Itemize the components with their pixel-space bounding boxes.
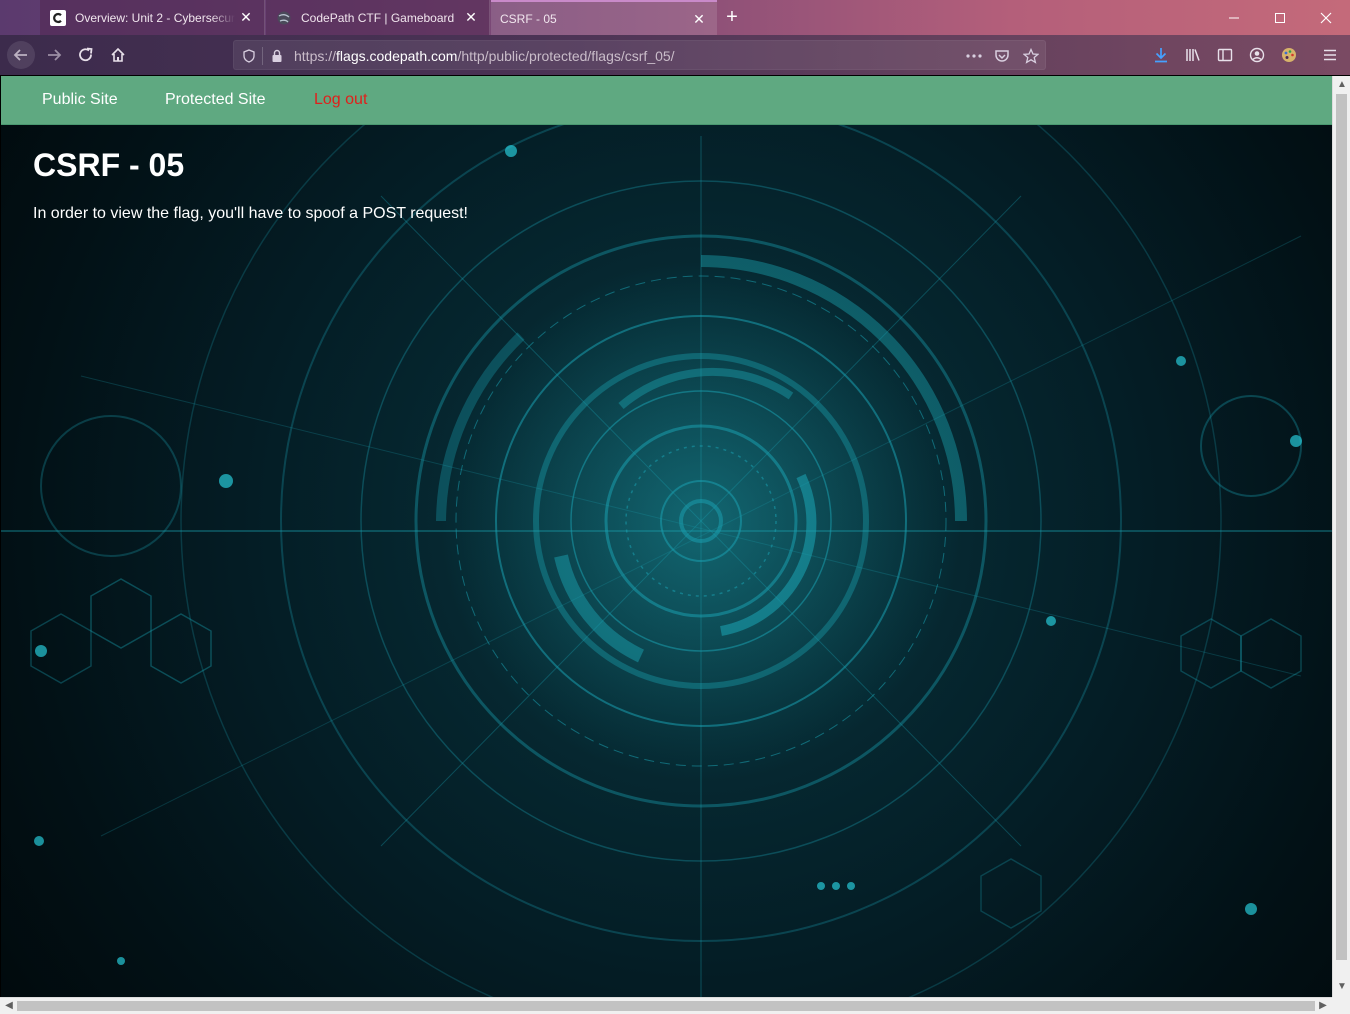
- home-icon[interactable]: [104, 41, 132, 69]
- codepath-c-icon: [50, 9, 66, 26]
- url-separator: [262, 47, 263, 65]
- account-icon[interactable]: [1243, 41, 1271, 69]
- logout-link[interactable]: Log out: [314, 91, 367, 109]
- public-site-link[interactable]: Public Site: [42, 91, 118, 109]
- tracking-shield-icon[interactable]: [240, 47, 258, 65]
- close-tab-icon[interactable]: ✕: [238, 9, 254, 25]
- downloads-icon[interactable]: [1147, 41, 1175, 69]
- page-title: CSRF - 05: [33, 147, 185, 183]
- tab-bar: Overview: Unit 2 - Cybersecurity ✕ CodeP…: [0, 0, 1350, 35]
- tab-title: CodePath CTF | Gameboard: [301, 10, 455, 25]
- scroll-left-icon[interactable]: ◀: [1, 998, 17, 1014]
- theme-palette-icon[interactable]: [1275, 41, 1303, 69]
- page-actions-icon[interactable]: [965, 47, 983, 65]
- tab-gameboard[interactable]: CodePath CTF | Gameboard ✕: [266, 0, 490, 35]
- vertical-scroll-thumb[interactable]: [1336, 94, 1347, 960]
- scroll-down-icon[interactable]: ▼: [1334, 979, 1350, 995]
- maximize-icon[interactable]: [1257, 0, 1303, 35]
- scroll-right-icon[interactable]: ▶: [1315, 998, 1331, 1014]
- ctf-globe-icon: [276, 10, 292, 26]
- reload-icon[interactable]: [72, 41, 100, 69]
- site-navbar: Public Site Protected Site Log out: [1, 76, 1332, 125]
- navigation-toolbar: https://flags.codepath.com/http/public/p…: [0, 35, 1350, 75]
- tab-overview[interactable]: Overview: Unit 2 - Cybersecurity ✕: [40, 0, 265, 35]
- close-tab-icon[interactable]: ✕: [463, 9, 479, 25]
- tab-title: CSRF - 05: [500, 11, 557, 26]
- horizontal-scrollbar[interactable]: ◀ ▶: [0, 997, 1332, 1014]
- back-icon[interactable]: [7, 41, 35, 69]
- minimize-icon[interactable]: [1211, 0, 1257, 35]
- scroll-up-icon[interactable]: ▲: [1334, 77, 1350, 93]
- url-path: /http/public/protected/flags/csrf_05/: [457, 48, 675, 64]
- forward-icon[interactable]: [40, 41, 68, 69]
- new-tab-icon[interactable]: +: [719, 4, 745, 30]
- page-viewport: Public Site Protected Site Log out CSRF …: [1, 76, 1332, 997]
- url-text: https://flags.codepath.com/http/public/p…: [294, 48, 675, 64]
- bookmark-star-icon[interactable]: [1022, 47, 1040, 65]
- scrollbar-corner: [1332, 997, 1350, 1014]
- menu-icon[interactable]: [1316, 41, 1344, 69]
- vertical-scrollbar[interactable]: ▲ ▼: [1332, 76, 1350, 997]
- address-bar[interactable]: https://flags.codepath.com/http/public/p…: [233, 40, 1046, 70]
- sidebar-icon[interactable]: [1211, 41, 1239, 69]
- close-icon[interactable]: [1303, 0, 1349, 35]
- protected-site-link[interactable]: Protected Site: [165, 91, 266, 109]
- url-host: flags.codepath.com: [336, 48, 458, 64]
- close-tab-icon[interactable]: ✕: [691, 11, 707, 27]
- page-instructions: In order to view the flag, you'll have t…: [33, 205, 468, 222]
- horizontal-scroll-thumb[interactable]: [17, 1001, 1315, 1011]
- pocket-icon[interactable]: [993, 47, 1011, 65]
- lock-icon[interactable]: [268, 47, 286, 65]
- tab-title: Overview: Unit 2 - Cybersecurity: [75, 10, 235, 25]
- browser-window: Overview: Unit 2 - Cybersecurity ✕ CodeP…: [0, 0, 1350, 1014]
- library-icon[interactable]: [1179, 41, 1207, 69]
- tab-csrf-05[interactable]: CSRF - 05 ✕: [491, 0, 717, 35]
- url-scheme: https://: [294, 48, 337, 64]
